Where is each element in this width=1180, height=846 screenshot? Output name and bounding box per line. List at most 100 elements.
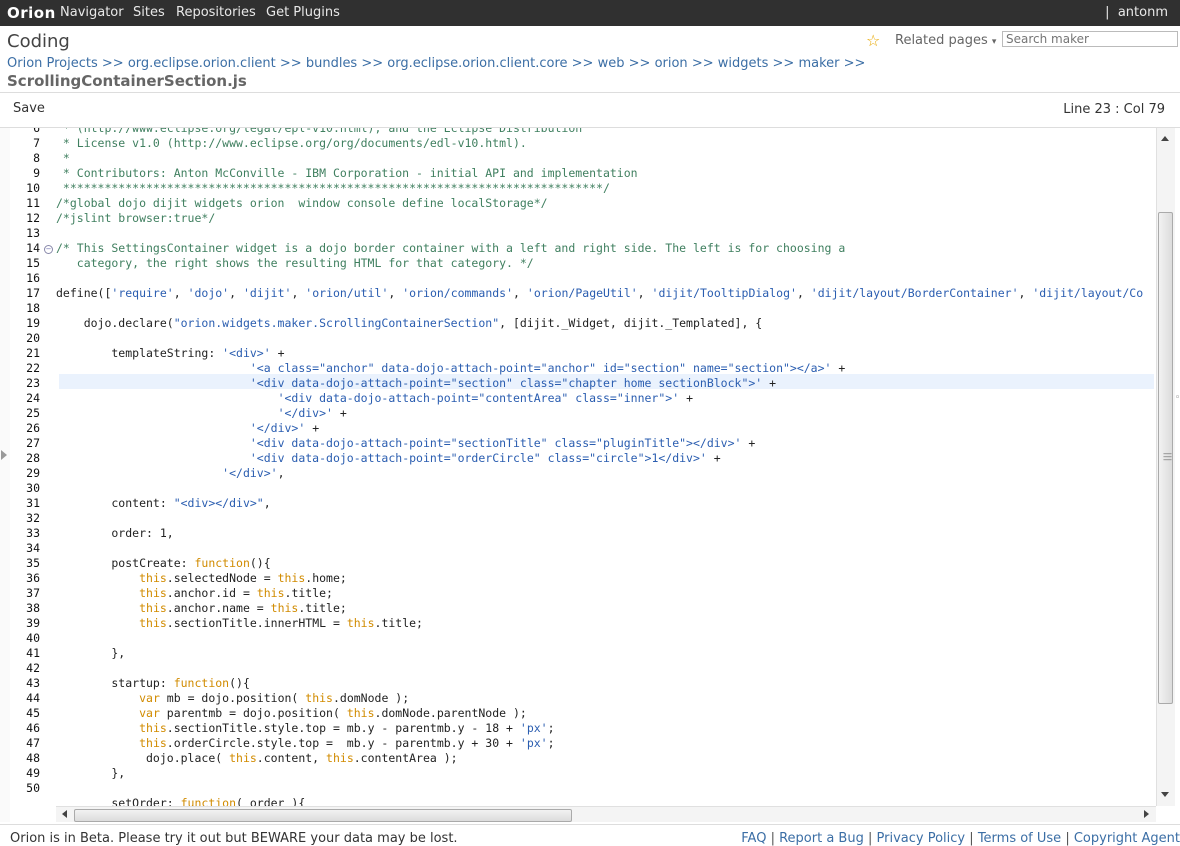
line-number: 44 [26,691,40,705]
related-pages-menu[interactable]: Related pages ▾ [895,33,996,48]
code-line[interactable]: define(['require', 'dojo', 'dijit', 'ori… [56,286,1143,301]
code-line[interactable]: '<a class="anchor" data-dojo-attach-poin… [56,361,845,376]
code-text: , [291,286,306,300]
breadcrumb-item[interactable]: maker [798,56,839,71]
code-text: , [dijit._Widget, dijit._Templated], { [499,316,763,330]
breadcrumb-separator: >> [691,56,714,71]
code-text-area[interactable]: * (http://www.eclipse.org/legal/epl-v10.… [56,128,1154,810]
code-line[interactable]: order: 1, [56,526,173,541]
save-button[interactable]: Save [13,101,45,116]
code-line[interactable]: var parentmb = dojo.position( this.domNo… [56,706,527,721]
code-text: dojo.declare( [56,316,174,330]
code-line[interactable]: dojo.declare("orion.widgets.maker.Scroll… [56,316,763,331]
code-keyword: this [277,571,306,585]
code-line[interactable]: '</div>' + [56,421,319,436]
code-line[interactable]: /*jslint browser:true*/ [56,211,215,226]
line-number: 18 [26,301,40,315]
scroll-down-arrow-icon[interactable] [1161,792,1169,797]
horizontal-scrollbar[interactable] [56,806,1156,822]
breadcrumb: Orion Projects >> org.eclipse.orion.clie… [7,56,865,71]
code-line[interactable]: templateString: '<div>' + [56,346,284,361]
code-string: '</div>' [222,466,278,480]
line-number: 34 [26,541,40,555]
code-line[interactable]: postCreate: function(){ [56,556,270,571]
breadcrumb-item[interactable]: orion [655,56,688,71]
related-pages-label: Related pages [895,33,988,48]
scroll-up-arrow-icon[interactable] [1161,136,1169,141]
code-keyword: this [346,706,375,720]
breadcrumb-item[interactable]: Orion Projects [7,56,98,71]
footer-separator: | [969,831,974,846]
page-footer: Orion is in Beta. Please try it out but … [0,824,1180,846]
code-line[interactable]: }, [56,646,125,661]
scroll-left-arrow-icon[interactable] [62,810,67,818]
breadcrumb-item[interactable]: widgets [718,56,769,71]
nav-get-plugins[interactable]: Get Plugins [266,5,340,20]
code-line[interactable]: this.sectionTitle.innerHTML = this.title… [56,616,423,631]
code-text: , [263,496,271,510]
horizontal-scroll-thumb[interactable] [74,809,572,822]
code-line[interactable]: this.anchor.name = this.title; [56,601,347,616]
line-number: 16 [26,271,40,285]
code-keyword: this [256,586,285,600]
code-text: }, [56,766,126,780]
code-line[interactable]: dojo.place( this.content, this.contentAr… [56,751,458,766]
code-comment: * License v1.0 (http://www.eclipse.org/o… [56,136,527,150]
code-line[interactable]: * Contributors: Anton McConville - IBM C… [56,166,638,181]
code-text: (){ [229,676,250,690]
code-line[interactable]: startup: function(){ [56,676,250,691]
code-line[interactable]: ****************************************… [56,181,610,196]
nav-navigator[interactable]: Navigator [60,5,124,20]
faq-link[interactable]: FAQ [741,831,766,846]
line-number: 6 [33,128,40,135]
code-line[interactable]: this.selectedNode = this.home; [56,571,347,586]
breadcrumb-item[interactable]: web [598,56,625,71]
report-bug-link[interactable]: Report a Bug [779,831,864,846]
nav-repositories[interactable]: Repositories [176,5,256,20]
code-line[interactable]: '<div data-dojo-attach-point="orderCircl… [56,451,721,466]
code-string: 'px' [519,736,548,750]
copyright-agent-link[interactable]: Copyright Agent [1074,831,1180,846]
breadcrumb-item[interactable]: org.eclipse.orion.client.core [387,56,567,71]
code-line[interactable]: this.sectionTitle.style.top = mb.y - par… [56,721,554,736]
overview-ruler-marker-icon: ◦ [1175,393,1180,403]
privacy-policy-link[interactable]: Privacy Policy [877,831,966,846]
code-line[interactable]: var mb = dojo.position( this.domNode ); [56,691,409,706]
code-line[interactable]: '<div data-dojo-attach-point="contentAre… [56,391,693,406]
breadcrumb-item[interactable]: bundles [306,56,357,71]
code-line[interactable]: }, [56,766,125,781]
search-input[interactable] [1002,31,1178,47]
line-number: 35 [26,556,40,570]
grip-icon: — — — [1163,449,1172,465]
code-line[interactable]: * License v1.0 (http://www.eclipse.org/o… [56,136,527,151]
code-line[interactable]: category, the right shows the resulting … [56,256,534,271]
code-line[interactable]: * [56,151,70,166]
terms-of-use-link[interactable]: Terms of Use [978,831,1061,846]
code-line[interactable]: '<div data-dojo-attach-point="section" c… [56,376,776,391]
code-line[interactable]: '<div data-dojo-attach-point="sectionTit… [56,436,755,451]
favorite-star-icon[interactable]: ☆ [866,31,880,50]
code-line[interactable]: this.orderCircle.style.top = mb.y - pare… [56,736,554,751]
vertical-scroll-thumb[interactable]: — — — [1158,212,1173,704]
code-line[interactable]: content: "<div></div>", [56,496,271,511]
code-line[interactable]: this.anchor.id = this.title; [56,586,333,601]
scroll-right-arrow-icon[interactable] [1144,810,1149,818]
fold-toggle-icon[interactable]: − [44,245,53,254]
code-keyword: this [139,586,167,600]
orion-logo[interactable]: Orion [7,4,56,22]
nav-sites[interactable]: Sites [133,5,165,20]
code-line[interactable]: '</div>' + [56,406,347,421]
vertical-scrollbar[interactable]: — — — [1156,128,1175,806]
code-text: .domNode ); [332,691,410,705]
user-menu[interactable]: | antonm [1105,5,1168,20]
code-line[interactable]: '</div>', [56,466,284,481]
code-line[interactable]: * (http://www.eclipse.org/legal/epl-v10.… [56,128,582,136]
breadcrumb-item[interactable]: org.eclipse.orion.client [128,56,276,71]
code-line[interactable]: /* This SettingsContainer widget is a do… [56,241,845,256]
code-line[interactable]: /*global dojo dijit widgets orion window… [56,196,548,211]
breadcrumb-separator: >> [361,56,384,71]
